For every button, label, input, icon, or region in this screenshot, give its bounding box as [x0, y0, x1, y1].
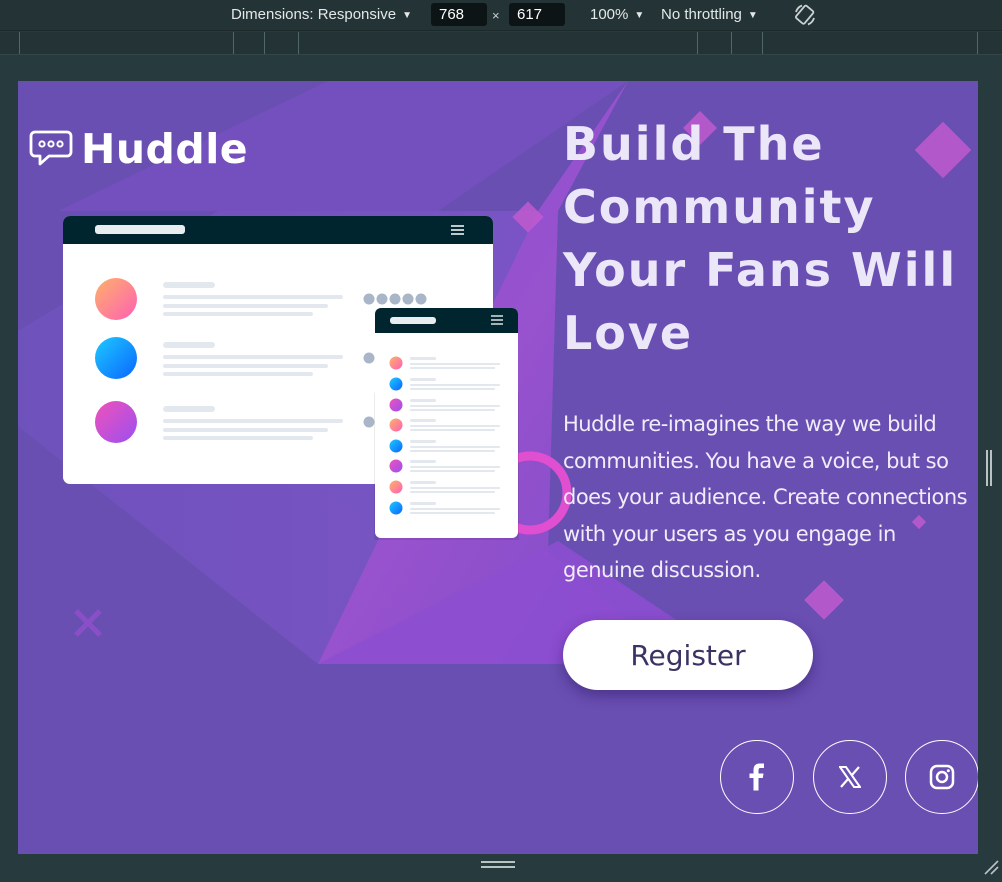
social-link-facebook[interactable]: [720, 740, 794, 814]
corner-resize-icon[interactable]: [982, 858, 1000, 876]
chat-bubble-icon: [29, 130, 73, 166]
dimensions-dropdown[interactable]: Dimensions: Responsive ▼: [231, 6, 412, 23]
hero-headline: Build The Community Your Fans Will Love: [563, 117, 958, 360]
register-button[interactable]: Register: [563, 620, 813, 690]
throttling-label: No throttling: [661, 6, 742, 23]
app-mockup-illustration: [63, 216, 519, 540]
social-link-x[interactable]: [813, 740, 887, 814]
zoom-dropdown[interactable]: 100% ▼: [590, 6, 644, 23]
device-toolbar: Dimensions: Responsive ▼ 768 × 617 100% ▼ …: [0, 0, 1002, 31]
right-resize-handle[interactable]: [986, 450, 992, 486]
facebook-icon: [749, 763, 764, 791]
brand-name: Huddle: [81, 125, 249, 173]
brand-logo[interactable]: Huddle: [29, 125, 248, 173]
chevron-down-icon: ▼: [634, 10, 645, 21]
times-separator: ×: [492, 8, 500, 23]
page-viewport: Huddle Build The Community Your Fans Wil…: [18, 81, 978, 854]
rotate-icon[interactable]: [793, 3, 817, 27]
bottom-resize-handle[interactable]: [481, 861, 515, 869]
throttling-dropdown[interactable]: No throttling ▼: [661, 6, 758, 23]
instagram-icon: [929, 764, 955, 790]
width-input[interactable]: 768: [431, 3, 487, 26]
zoom-label: 100%: [590, 6, 629, 23]
height-input[interactable]: 617: [509, 3, 565, 26]
x-icon: [839, 766, 861, 788]
hero-description: Huddle re-imagines the way we build comm…: [563, 412, 968, 582]
media-query-ruler[interactable]: [0, 32, 1002, 55]
chevron-down-icon: ▼: [402, 10, 412, 21]
dimensions-label: Dimensions: Responsive: [231, 6, 397, 23]
chevron-down-icon: ▼: [747, 10, 758, 21]
social-link-instagram[interactable]: [905, 740, 978, 814]
